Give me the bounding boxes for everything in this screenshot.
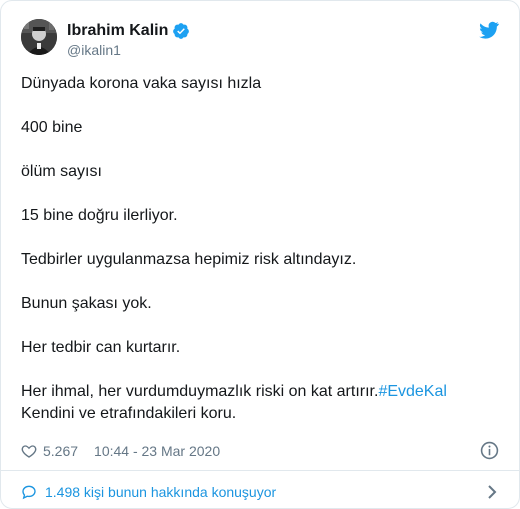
tweet-header: Ibrahim Kalin @ikalin1 <box>21 19 499 61</box>
tweet-meta: 5.267 10:44 - 23 Mar 2020 <box>21 439 499 463</box>
author-display-name[interactable]: Ibrahim Kalin <box>67 22 168 40</box>
chevron-right-icon[interactable] <box>485 484 499 500</box>
tweet-paragraph: Dünyada korona vaka sayısı hızla <box>21 75 262 92</box>
tweet-text-segment: Kendini ve etrafındakileri koru. <box>21 405 237 422</box>
tweet-timestamp[interactable]: 10:44 - 23 Mar 2020 <box>94 443 220 459</box>
avatar[interactable] <box>21 19 57 55</box>
tweet-paragraph-last: Her ihmal, her vurdumduymazlık riski on … <box>21 381 491 425</box>
tweet-card: Ibrahim Kalin @ikalin1 Dünyada korona va… <box>0 0 520 509</box>
tweet-paragraph: ölüm sayısı <box>21 163 102 180</box>
hashtag-link[interactable]: #EvdeKal <box>378 383 447 400</box>
conversation-label[interactable]: 1.498 kişi bunun hakkında konuşuyor <box>45 484 276 500</box>
tweet-paragraph: Her tedbir can kurtarır. <box>21 339 181 356</box>
author-handle[interactable]: @ikalin1 <box>67 42 190 58</box>
conversation-link[interactable]: 1.498 kişi bunun hakkında konuşuyor <box>21 481 499 503</box>
speech-bubble-icon <box>22 485 36 500</box>
verified-badge-icon <box>173 23 190 39</box>
twitter-bird-icon[interactable] <box>479 21 499 39</box>
avatar-photo <box>21 19 57 55</box>
author-names: Ibrahim Kalin @ikalin1 <box>67 21 190 58</box>
tweet-paragraph: Tedbirler uygulanmazsa hepimiz risk altı… <box>21 251 357 268</box>
heart-icon[interactable] <box>21 443 37 459</box>
divider <box>1 470 519 471</box>
like-count[interactable]: 5.267 <box>43 443 78 459</box>
tweet-paragraph: 400 bine <box>21 119 83 136</box>
info-icon[interactable] <box>480 441 499 460</box>
tweet-text: Dünyada korona vaka sayısı hızla 400 bin… <box>21 73 491 425</box>
tweet-text-segment: Her ihmal, her vurdumduymazlık riski on … <box>21 383 379 400</box>
tweet-paragraph: 15 bine doğru ilerliyor. <box>21 207 178 224</box>
tweet-paragraph: Bunun şakası yok. <box>21 295 152 312</box>
